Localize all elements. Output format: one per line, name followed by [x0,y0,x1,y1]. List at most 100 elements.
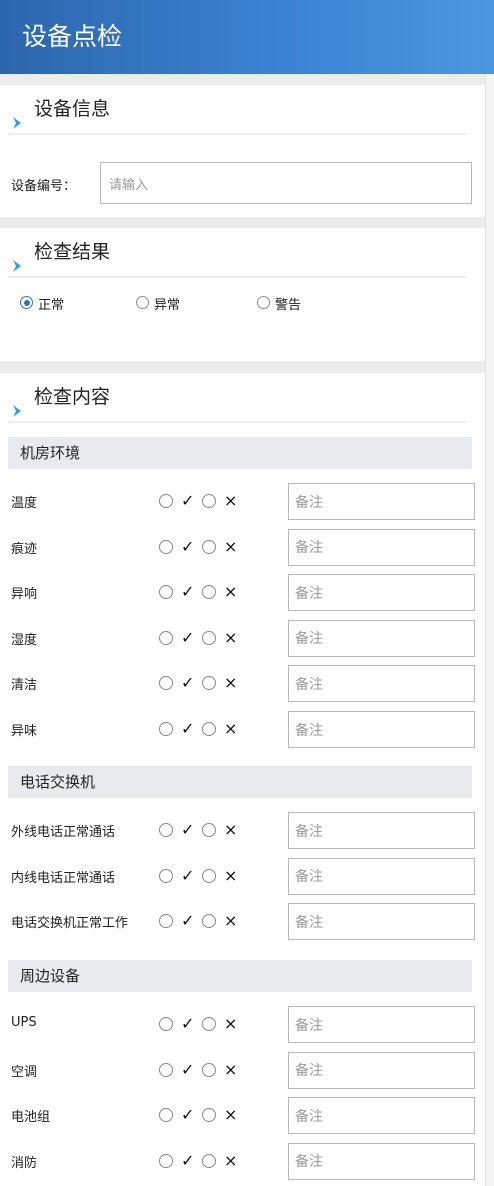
ok-radio[interactable] [159,1062,173,1077]
category-header: 机房环境 [8,437,472,469]
page-header: 设备点检 [0,0,494,74]
check-item-label: UPS [11,1015,37,1030]
cross-mark-icon: × [224,627,238,647]
check-mark-icon: ✓ [181,582,195,602]
check-mark-icon: ✓ [181,719,195,738]
check-mark-icon: ✓ [181,627,195,647]
check-mark-icon: ✓ [181,1150,195,1170]
radio-abnormal-label: 异常 [154,298,181,313]
note-input[interactable]: 备注 [288,1051,475,1089]
ok-radio[interactable] [159,585,173,600]
ok-radio[interactable] [159,494,173,508]
ok-radio[interactable] [159,823,173,837]
check-mark-icon: ✓ [181,536,195,556]
note-input[interactable]: 备注 [288,528,475,566]
note-placeholder: 备注 [295,1017,323,1034]
radio-abnormal[interactable] [136,296,149,309]
cross-mark-icon: × [224,1105,238,1125]
bad-radio[interactable] [202,676,216,691]
check-item-label: 痕迹 [11,541,38,557]
device-info-panel: 设备信息 设备编号： 请输入 [0,85,485,217]
note-placeholder: 备注 [295,1154,323,1171]
bad-radio[interactable] [202,494,216,508]
bad-radio[interactable] [202,1062,216,1077]
note-input[interactable]: 备注 [288,665,475,703]
category-header: 电话交换机 [8,766,472,798]
check-item-label: 内线电话正常通话 [11,870,116,886]
note-input[interactable]: 备注 [288,1006,475,1043]
ok-radio[interactable] [159,1153,173,1168]
scrollbar[interactable] [485,74,494,1186]
ok-radio[interactable] [159,630,173,645]
result-panel: 检查结果 正常 异常 警告 [0,228,485,361]
note-input[interactable]: 备注 [288,574,475,612]
section-title-text: 检查结果 [34,241,111,263]
cross-mark-icon: × [224,673,238,693]
bad-radio[interactable] [202,868,216,883]
cross-mark-icon: × [224,1014,238,1033]
device-info-section-title: 设备信息 [8,85,466,135]
check-item-label: 电池组 [11,1110,51,1126]
note-placeholder: 备注 [295,494,323,511]
cross-mark-icon: × [224,491,238,510]
note-input[interactable]: 备注 [288,619,475,657]
check-mark-icon: ✓ [181,865,195,885]
cross-mark-icon: × [224,1059,238,1079]
bad-radio[interactable] [202,539,216,554]
ok-radio[interactable] [159,1017,173,1031]
radio-warning[interactable] [257,296,270,309]
note-input[interactable]: 备注 [288,812,475,849]
check-item-label: 清洁 [11,678,38,694]
radio-normal[interactable] [20,296,33,309]
check-mark-icon: ✓ [181,491,195,510]
ok-radio[interactable] [159,1108,173,1123]
note-input[interactable]: 备注 [288,711,475,748]
bad-radio[interactable] [202,722,216,736]
check-item-label: 消防 [11,1155,38,1171]
cross-mark-icon: × [224,820,238,839]
content-section-title: 检查内容 [8,373,466,423]
bad-radio[interactable] [202,585,216,600]
ok-radio[interactable] [159,722,173,736]
bad-radio[interactable] [202,1108,216,1123]
check-item-label: 异味 [11,724,38,739]
arrow-icon [10,101,26,129]
check-mark-icon: ✓ [181,1059,195,1079]
bad-radio[interactable] [202,630,216,645]
ok-radio[interactable] [159,914,173,929]
category-header: 周边设备 [8,960,472,992]
bad-radio[interactable] [202,914,216,929]
note-placeholder: 备注 [295,676,323,693]
cross-mark-icon: × [224,536,238,556]
check-item-label: 异响 [11,587,38,603]
note-placeholder: 备注 [295,823,323,840]
check-mark-icon: ✓ [181,911,195,931]
result-section-title: 检查结果 [8,228,466,278]
cross-mark-icon: × [224,1150,238,1170]
note-input[interactable]: 备注 [288,903,475,941]
radio-normal-label: 正常 [38,298,65,313]
bad-radio[interactable] [202,1153,216,1168]
note-input[interactable]: 备注 [288,857,475,895]
check-mark-icon: ✓ [181,673,195,693]
note-input[interactable]: 备注 [288,1097,475,1135]
note-input[interactable]: 备注 [288,483,475,520]
note-placeholder: 备注 [295,722,323,739]
ok-radio[interactable] [159,539,173,554]
note-placeholder: 备注 [295,1108,323,1125]
bad-radio[interactable] [202,823,216,837]
content-panel: 检查内容 机房环境 温度 ✓ × 备注 痕迹 ✓ × 备注 异响 ✓ × 备注 湿度 ✓ × 备注 清洁 ✓ × 备注异… [0,373,485,1186]
ok-radio[interactable] [159,676,173,691]
section-title-text: 设备信息 [34,98,111,120]
check-mark-icon: ✓ [181,1014,195,1033]
ok-radio[interactable] [159,868,173,883]
bad-radio[interactable] [202,1017,216,1031]
check-item-label: 电话交换机正常工作 [11,916,129,932]
note-placeholder: 备注 [295,631,323,648]
cross-mark-icon: × [224,865,238,885]
cross-mark-icon: × [224,911,238,931]
note-input[interactable]: 备注 [288,1142,475,1180]
note-placeholder: 备注 [295,1063,323,1080]
device-number-input[interactable]: 请输入 [100,162,472,204]
check-mark-icon: ✓ [181,820,195,839]
